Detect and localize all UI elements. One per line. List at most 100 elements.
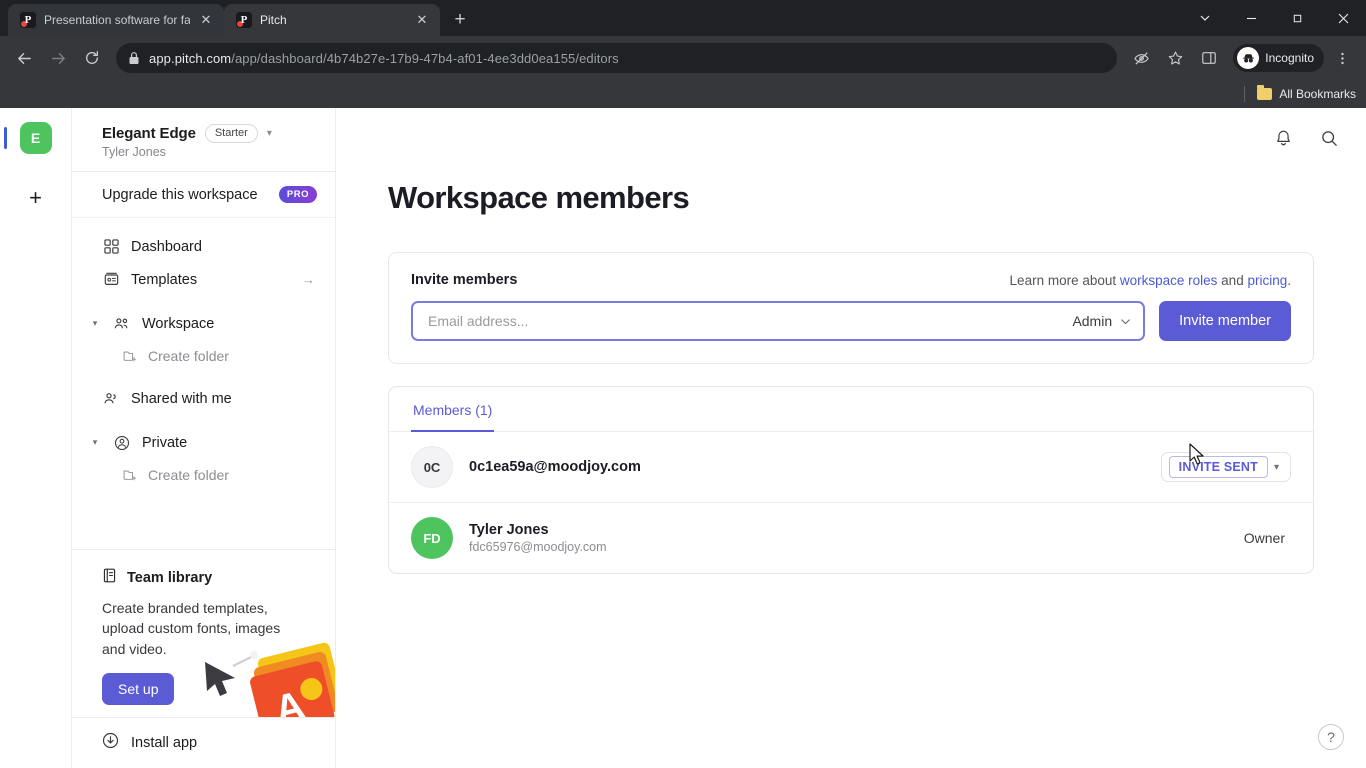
svg-text:A: A [270, 683, 309, 717]
pricing-link[interactable]: pricing [1247, 273, 1287, 288]
eye-slash-icon[interactable] [1125, 42, 1157, 74]
workspace-rail: E + [0, 108, 72, 768]
learn-prefix: Learn more about [1009, 272, 1120, 288]
close-icon[interactable]: ✕ [414, 12, 430, 28]
side-panel-icon[interactable] [1193, 42, 1225, 74]
reload-button[interactable] [76, 42, 108, 74]
shared-icon [102, 390, 120, 408]
sidebar-item-create-folder-private[interactable]: Create folder [84, 459, 323, 490]
tab-members[interactable]: Members (1) [411, 387, 495, 432]
search-icon[interactable] [1314, 123, 1344, 153]
maximize-icon[interactable] [1274, 0, 1320, 36]
all-bookmarks-button[interactable]: All Bookmarks [1257, 85, 1356, 101]
browser-window: P Presentation software for fast-m ✕ P P… [0, 0, 1366, 768]
email-input[interactable] [428, 313, 1063, 329]
invite-member-button[interactable]: Invite member [1159, 301, 1291, 341]
url-path: /app/dashboard/4b74b27e-17b9-47b4-af01-4… [231, 50, 619, 66]
add-workspace-button[interactable]: + [20, 182, 52, 214]
active-indicator [4, 127, 7, 149]
window-controls [1182, 0, 1366, 36]
main-body: Workspace members Invite members Learn m… [336, 168, 1366, 768]
bookmarks-bar: All Bookmarks [0, 80, 1366, 108]
app-viewport: E + Elegant Edge Starter ▾ Tyler Jones U… [0, 108, 1366, 768]
address-bar[interactable]: app.pitch.com/app/dashboard/4b74b27e-17b… [116, 43, 1118, 73]
folder-plus-icon [122, 467, 138, 483]
people-icon [113, 315, 131, 333]
team-library-title: Team library [127, 570, 213, 587]
avatar: FD [411, 517, 453, 559]
upgrade-label: Upgrade this workspace [102, 186, 258, 203]
workspace-owner: Tyler Jones [102, 145, 166, 160]
tab-strip: P Presentation software for fast-m ✕ P P… [0, 0, 1366, 36]
avatar: 0C [411, 446, 453, 488]
sidebar: Elegant Edge Starter ▾ Tyler Jones Upgra… [72, 108, 336, 768]
toolbar-actions: Incognito [1125, 42, 1358, 74]
arrow-right-icon[interactable]: → [302, 272, 315, 287]
workspace-name: Elegant Edge [102, 125, 196, 143]
browser-tab-2[interactable]: P Pitch ✕ [224, 4, 440, 36]
pro-badge: PRO [278, 186, 317, 204]
templates-icon [102, 271, 120, 289]
pitch-favicon: P [20, 12, 36, 28]
back-button[interactable] [8, 42, 40, 74]
sidebar-item-templates[interactable]: Templates → [84, 263, 323, 296]
bell-icon[interactable] [1268, 123, 1298, 153]
grid-icon [102, 238, 120, 256]
team-library-description: Create branded templates, upload custom … [102, 600, 281, 657]
members-tabs: Members (1) [389, 387, 1313, 432]
workspace-avatar[interactable]: E [19, 122, 52, 154]
sidebar-item-private[interactable]: ▾ Private [84, 426, 323, 459]
sidebar-item-label: Create folder [148, 347, 229, 364]
help-button[interactable]: ? [1318, 724, 1344, 750]
workspace-header[interactable]: Elegant Edge Starter ▾ Tyler Jones [72, 108, 335, 171]
forward-button[interactable] [42, 42, 74, 74]
minimize-icon[interactable] [1228, 0, 1274, 36]
all-bookmarks-label: All Bookmarks [1279, 87, 1356, 101]
tab-title: Presentation software for fast-m [44, 13, 190, 27]
invite-header: Invite members Learn more about workspac… [389, 253, 1313, 288]
sidebar-item-label: Create folder [148, 466, 229, 483]
sidebar-item-label: Templates [131, 271, 198, 288]
chevron-down-icon[interactable]: ▾ [267, 128, 272, 139]
sidebar-item-label: Private [142, 434, 188, 451]
email-field-wrapper[interactable]: Admin [411, 301, 1146, 341]
member-info: 0c1ea59a@moodjoy.com [469, 459, 1145, 475]
chevron-down-icon [1121, 318, 1130, 324]
browser-menu-icon[interactable] [1326, 42, 1358, 74]
tab-search-icon[interactable] [1182, 0, 1228, 36]
sidebar-item-dashboard[interactable]: Dashboard [84, 230, 323, 263]
role-selected-label: Admin [1072, 313, 1113, 329]
set-up-button[interactable]: Set up [102, 673, 175, 705]
chevron-down-icon[interactable]: ▾ [88, 437, 102, 448]
workspace-roles-link[interactable]: workspace roles [1120, 273, 1218, 288]
sidebar-item-shared-with-me[interactable]: Shared with me [84, 382, 323, 415]
sidebar-item-workspace[interactable]: ▾ Workspace [84, 307, 323, 340]
main-content: Workspace members Invite members Learn m… [336, 108, 1366, 768]
sidebar-item-label: Dashboard [131, 238, 202, 255]
incognito-indicator[interactable]: Incognito [1233, 44, 1324, 72]
page-title: Workspace members [388, 180, 690, 215]
new-tab-button[interactable]: + [446, 6, 474, 34]
sidebar-group-private: ▾ Private Create folder [84, 426, 323, 490]
bookmark-star-icon[interactable] [1159, 42, 1191, 74]
book-icon [102, 568, 117, 588]
member-info: Tyler Jones fdc65976@moodjoy.com [469, 522, 1228, 554]
plan-badge: Starter [204, 124, 258, 144]
role-dropdown[interactable]: Admin [1062, 313, 1131, 329]
workspace-switcher[interactable]: E [0, 122, 71, 154]
install-app-button[interactable]: Install app [72, 717, 335, 768]
upgrade-workspace-button[interactable]: Upgrade this workspace PRO [72, 171, 335, 219]
member-name: Tyler Jones [469, 522, 549, 538]
table-row: 0C 0c1ea59a@moodjoy.com INVITE SENT ▾ [389, 432, 1313, 503]
sidebar-item-create-folder-workspace[interactable]: Create folder [84, 340, 323, 371]
chevron-down-icon[interactable]: ▾ [88, 318, 102, 329]
learn-more-text: Learn more about workspace roles and pri… [1010, 273, 1291, 288]
close-icon[interactable] [1320, 0, 1366, 36]
close-icon[interactable]: ✕ [198, 12, 214, 28]
invite-status-control[interactable]: INVITE SENT ▾ [1160, 452, 1291, 482]
browser-tab-1[interactable]: P Presentation software for fast-m ✕ [8, 4, 224, 36]
chevron-down-icon[interactable]: ▾ [1274, 462, 1286, 473]
